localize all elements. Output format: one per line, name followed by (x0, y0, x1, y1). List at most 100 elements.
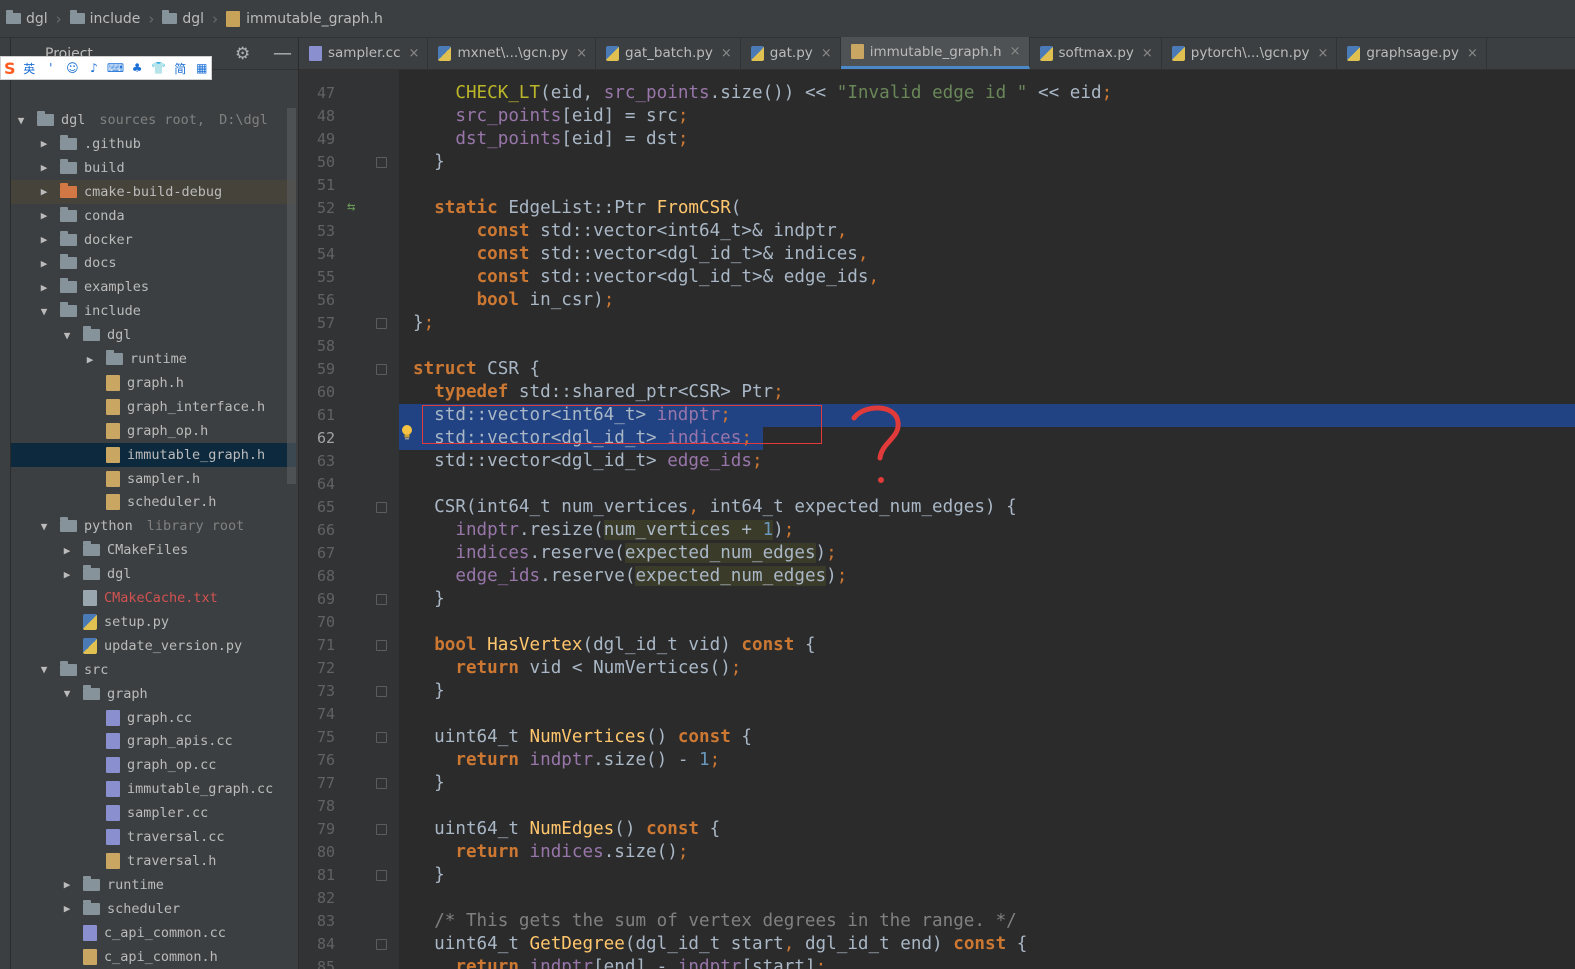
editor-tab[interactable]: gat_batch.py × (596, 37, 741, 69)
tree-item[interactable]: ▶ conda (11, 204, 296, 228)
code-line[interactable]: }; (413, 312, 434, 335)
ime-logo-icon[interactable]: S (4, 59, 17, 78)
close-icon[interactable]: × (821, 46, 832, 61)
tree-item[interactable]: graph.h (11, 371, 296, 395)
ime-button[interactable]: ' (42, 61, 61, 75)
editor-tab[interactable]: pytorch\...\gcn.py × (1162, 37, 1338, 69)
editor-tab[interactable]: graphsage.py × (1337, 37, 1487, 69)
expand-right-icon[interactable]: ▶ (84, 353, 96, 366)
expand-right-icon[interactable]: ▶ (61, 544, 73, 557)
expand-right-icon[interactable]: ▶ (61, 878, 73, 891)
ime-toolbar[interactable]: S 英 ' ☺ ♪ ⌨ ♣ 👕 简 ▦ (0, 56, 212, 80)
expand-right-icon[interactable]: ▶ (38, 209, 50, 222)
tree-item[interactable]: c_api_common.h (11, 945, 296, 969)
breadcrumb-item[interactable]: dgl (162, 10, 204, 27)
code-line[interactable]: static EdgeList::Ptr FromCSR( (413, 197, 741, 220)
tree-item[interactable]: ▶ runtime (11, 873, 296, 897)
tree-item[interactable]: graph_apis.cc (11, 729, 296, 753)
tree-item[interactable]: setup.py (11, 610, 296, 634)
code-line[interactable]: const std::vector<dgl_id_t>& edge_ids, (413, 266, 880, 289)
tree-item[interactable]: ▼ graph (11, 682, 296, 706)
expand-right-icon[interactable]: ▶ (38, 257, 50, 270)
breadcrumb-label[interactable]: dgl (26, 11, 48, 27)
tree-item[interactable]: traversal.cc (11, 825, 296, 849)
close-icon[interactable]: × (1142, 46, 1153, 61)
editor-tab[interactable]: gat.py × (741, 37, 841, 69)
code-line[interactable]: const std::vector<int64_t>& indptr, (413, 220, 848, 243)
tree-item[interactable]: ▶ .github (11, 132, 296, 156)
editor-tab-label[interactable]: sampler.cc (328, 45, 401, 61)
code-line[interactable]: } (413, 151, 445, 174)
code-line[interactable]: bool in_csr); (413, 289, 615, 312)
code-line[interactable]: return indptr.size() - 1; (413, 749, 720, 772)
close-icon[interactable]: × (1318, 46, 1329, 61)
editor-tab-label[interactable]: immutable_graph.h (870, 44, 1002, 60)
ime-button[interactable]: ☺ (63, 61, 82, 75)
expand-down-icon[interactable]: ▼ (61, 329, 73, 342)
fold-marker-icon[interactable] (376, 870, 387, 881)
expand-right-icon[interactable]: ▶ (61, 902, 73, 915)
expand-right-icon[interactable]: ▶ (38, 137, 50, 150)
tree-item[interactable]: c_api_common.cc (11, 921, 296, 945)
tree-item[interactable]: ▼ dgl (11, 323, 296, 347)
ime-button[interactable]: 英 (20, 60, 39, 77)
code-line[interactable]: struct CSR { (413, 358, 540, 381)
tree-item[interactable]: immutable_graph.cc (11, 777, 296, 801)
code-line[interactable]: return vid < NumVertices(); (413, 657, 741, 680)
code-line[interactable]: typedef std::shared_ptr<CSR> Ptr; (413, 381, 784, 404)
tree-item[interactable]: update_version.py (11, 634, 296, 658)
code-line[interactable]: /* This gets the sum of vertex degrees i… (413, 910, 1017, 933)
editor-tab-label[interactable]: gat.py (770, 45, 813, 61)
editor-tab[interactable]: sampler.cc × (299, 37, 429, 69)
ime-button[interactable]: ♣ (128, 61, 147, 75)
gear-icon[interactable]: ⚙ (235, 44, 250, 64)
code-line[interactable]: indptr.resize(num_vertices + 1); (413, 519, 794, 542)
expand-down-icon[interactable]: ▼ (38, 305, 50, 318)
fold-marker-icon[interactable] (376, 364, 387, 375)
tree-item[interactable]: ▼ src (11, 658, 296, 682)
ime-button[interactable]: ♪ (85, 61, 104, 75)
tree-item[interactable]: traversal.h (11, 849, 296, 873)
tree-item[interactable]: ▶ runtime (11, 347, 296, 371)
tree-item[interactable]: ▶ CMakeFiles (11, 538, 296, 562)
tree-item[interactable]: sampler.cc (11, 801, 296, 825)
code-line[interactable]: } (413, 680, 445, 703)
tree-scrollbar[interactable] (287, 108, 296, 484)
breadcrumb-item[interactable]: dgl (6, 10, 48, 27)
code-line[interactable]: std::vector<dgl_id_t> edge_ids; (413, 450, 762, 473)
editor-tab-label[interactable]: pytorch\...\gcn.py (1191, 45, 1310, 61)
code-line[interactable]: const std::vector<dgl_id_t>& indices, (413, 243, 869, 266)
editor-tab[interactable]: immutable_graph.h × (840, 37, 1030, 69)
tree-item[interactable]: ▶ build (11, 156, 296, 180)
expand-down-icon[interactable]: ▼ (61, 687, 73, 700)
fold-marker-icon[interactable] (376, 502, 387, 513)
expand-right-icon[interactable]: ▶ (61, 568, 73, 581)
close-icon[interactable]: × (721, 46, 732, 61)
breadcrumb-label[interactable]: dgl (182, 11, 204, 27)
fold-marker-icon[interactable] (376, 824, 387, 835)
fold-marker-icon[interactable] (376, 778, 387, 789)
expand-right-icon[interactable]: ▶ (38, 161, 50, 174)
fold-marker-icon[interactable] (376, 640, 387, 651)
editor-tab[interactable]: softmax.py × (1030, 37, 1162, 69)
editor-tab[interactable]: mxnet\...\gcn.py × (428, 37, 597, 69)
editor-tab-label[interactable]: gat_batch.py (625, 45, 713, 61)
expand-right-icon[interactable]: ▶ (38, 233, 50, 246)
code-line[interactable]: } (413, 772, 445, 795)
code-line[interactable]: return indices.size(); (413, 841, 688, 864)
code-line[interactable]: dst_points[eid] = dst; (413, 128, 688, 151)
expand-right-icon[interactable]: ▶ (38, 281, 50, 294)
tree-item[interactable]: graph.cc (11, 706, 296, 730)
tree-item[interactable]: graph_op.h (11, 419, 296, 443)
fold-marker-icon[interactable] (376, 686, 387, 697)
tree-item[interactable]: graph_op.cc (11, 753, 296, 777)
tree-item[interactable]: ▶ examples (11, 275, 296, 299)
code-line[interactable]: } (413, 588, 445, 611)
fold-marker-icon[interactable] (376, 732, 387, 743)
editor-tab-label[interactable]: mxnet\...\gcn.py (457, 45, 568, 61)
code-line[interactable]: } (413, 864, 445, 887)
code-line[interactable]: CSR(int64_t num_vertices, int64_t expect… (413, 496, 1017, 519)
expand-down-icon[interactable]: ▼ (38, 663, 50, 676)
tree-item[interactable]: ▶ docs (11, 251, 296, 275)
fold-marker-icon[interactable] (376, 939, 387, 950)
